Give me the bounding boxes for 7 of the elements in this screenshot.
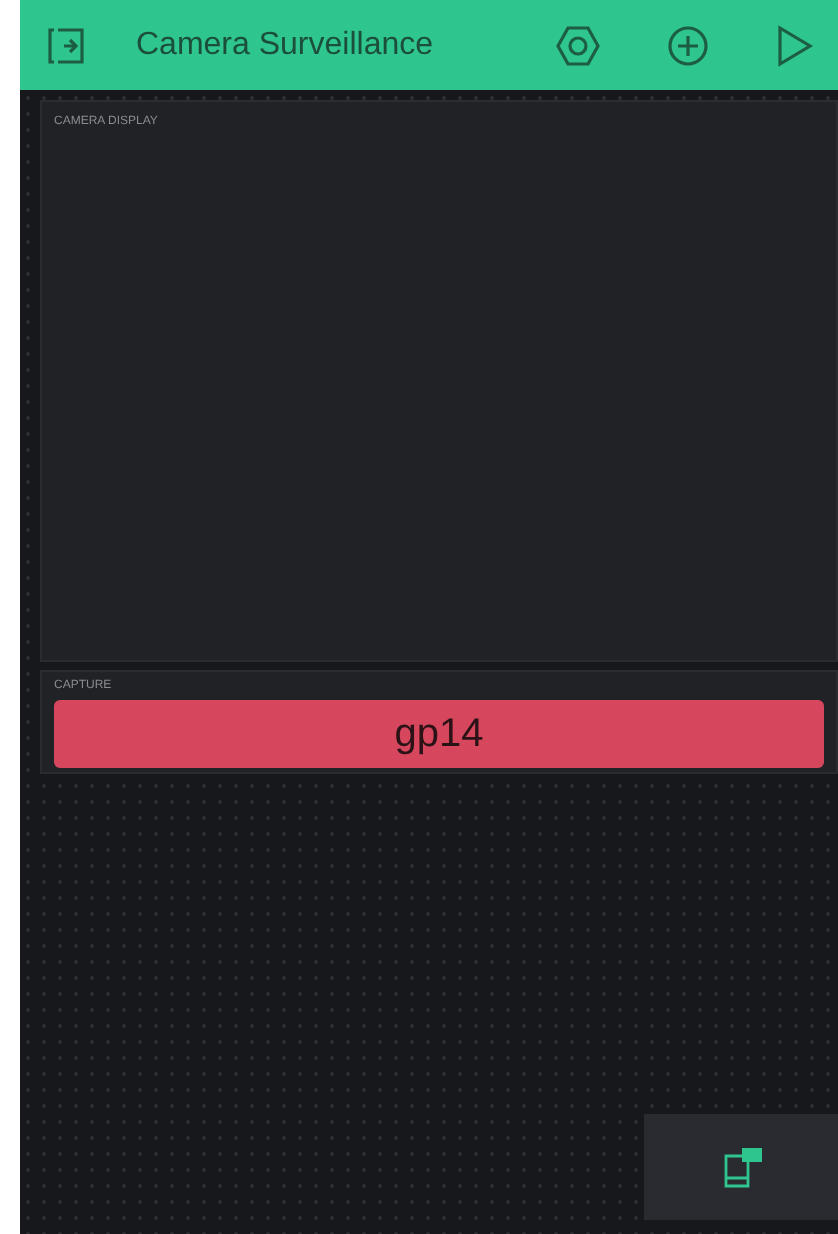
exit-icon[interactable] (44, 25, 88, 65)
settings-icon[interactable] (554, 23, 602, 67)
play-icon[interactable] (774, 23, 814, 67)
capture-button[interactable]: gp14 (54, 700, 824, 768)
app-title: Camera Surveillance (136, 25, 434, 65)
widget-box-button[interactable] (644, 1114, 838, 1220)
add-icon[interactable] (666, 23, 710, 67)
